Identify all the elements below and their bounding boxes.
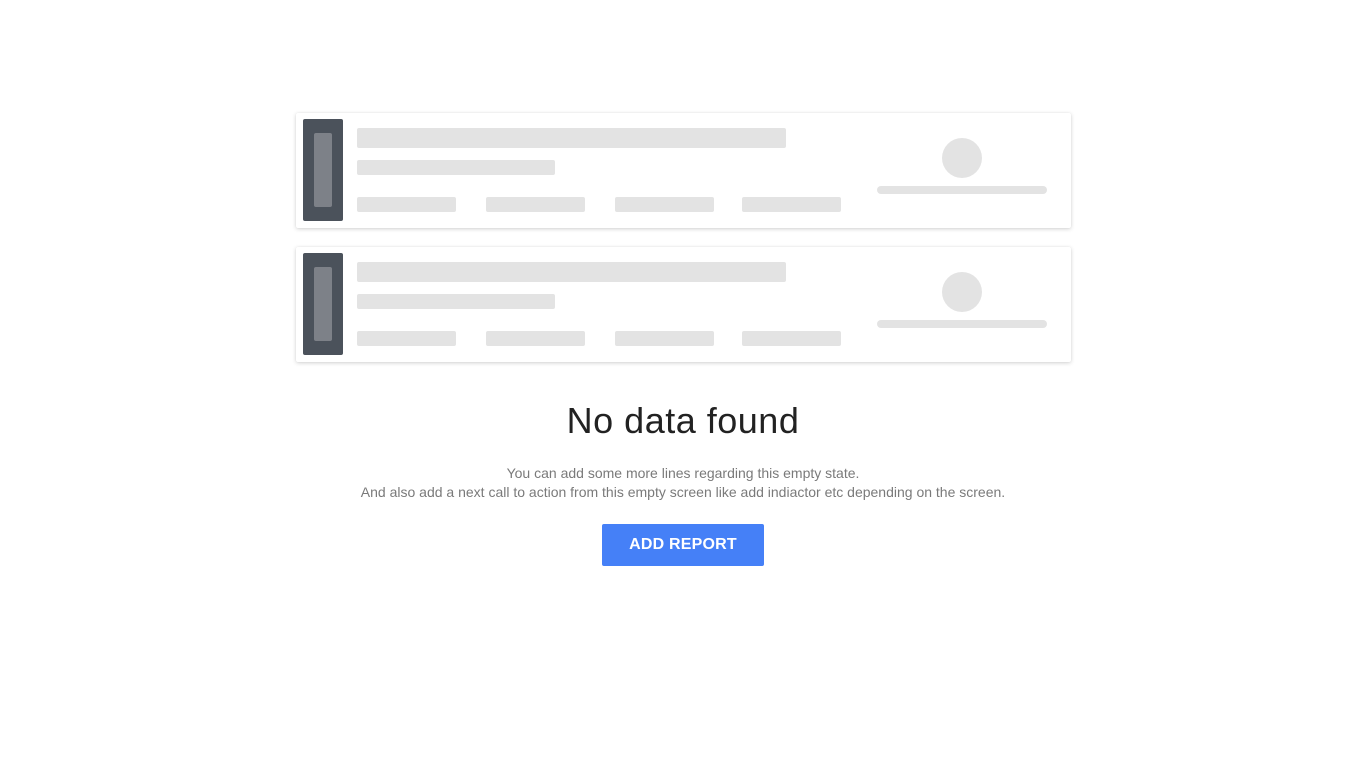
skeleton-thumbnail-inner bbox=[314, 133, 332, 207]
skeleton-avatar-caption-bar bbox=[877, 320, 1047, 328]
empty-state-page: No data found You can add some more line… bbox=[0, 0, 1366, 768]
skeleton-meta-bar bbox=[742, 331, 841, 346]
empty-state-description-line: And also add a next call to action from … bbox=[360, 484, 1006, 500]
skeleton-card bbox=[296, 247, 1071, 362]
skeleton-meta-bar bbox=[486, 331, 585, 346]
empty-state-description: You can add some more lines regarding th… bbox=[0, 464, 1366, 502]
skeleton-meta-bar bbox=[615, 331, 714, 346]
skeleton-thumbnail bbox=[303, 253, 343, 355]
add-report-button[interactable]: ADD REPORT bbox=[602, 524, 764, 566]
skeleton-subtitle-bar bbox=[357, 160, 555, 175]
skeleton-subtitle-bar bbox=[357, 294, 555, 309]
skeleton-avatar-caption-bar bbox=[877, 186, 1047, 194]
skeleton-avatar-circle bbox=[942, 272, 982, 312]
skeleton-meta-bar bbox=[486, 197, 585, 212]
skeleton-meta-bar bbox=[615, 197, 714, 212]
skeleton-title-bar bbox=[357, 128, 786, 148]
empty-state-description-line: You can add some more lines regarding th… bbox=[506, 465, 860, 481]
skeleton-thumbnail-inner bbox=[314, 267, 332, 341]
skeleton-meta-bar bbox=[357, 197, 456, 212]
skeleton-meta-bar bbox=[357, 331, 456, 346]
skeleton-meta-bar bbox=[742, 197, 841, 212]
empty-state-title: No data found bbox=[566, 400, 800, 441]
skeleton-thumbnail bbox=[303, 119, 343, 221]
skeleton-card bbox=[296, 113, 1071, 228]
skeleton-title-bar bbox=[357, 262, 786, 282]
skeleton-avatar-circle bbox=[942, 138, 982, 178]
